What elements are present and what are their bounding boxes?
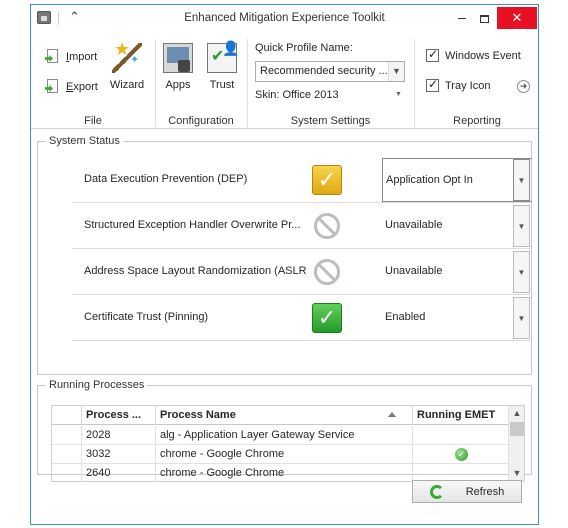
status-name: Address Space Layout Randomization (ASLR… (84, 265, 306, 277)
ribbon: Import Export Wizard File Apps Trust (31, 35, 538, 129)
ribbon-group-file: Import Export Wizard File (31, 35, 155, 129)
scroll-down-icon[interactable]: ▼ (509, 466, 524, 481)
grid-header: Process ... Process Name Running EMET (52, 406, 508, 425)
wizard-button[interactable]: Wizard (105, 39, 149, 91)
status-name: Certificate Trust (Pinning) (84, 311, 209, 323)
table-row[interactable]: 2028 alg - Application Layer Gateway Ser… (52, 426, 508, 445)
column-header-blank (52, 406, 82, 425)
apps-button[interactable]: Apps (156, 39, 200, 91)
ribbon-group-label-system-settings: System Settings (290, 115, 371, 127)
check-green-icon: ✓ (312, 303, 342, 333)
status-row-aslr: Address Space Layout Randomization (ASLR… (72, 249, 530, 295)
import-icon (45, 49, 61, 65)
close-button[interactable]: ✕ (497, 7, 537, 29)
scroll-thumb[interactable] (510, 422, 524, 436)
chevron-down-icon[interactable]: ▼ (513, 251, 530, 293)
column-header-running-emet[interactable]: Running EMET (413, 406, 508, 425)
apps-icon (163, 43, 193, 73)
column-header-process-name[interactable]: Process Name (156, 406, 413, 425)
ribbon-group-label-configuration: Configuration (168, 115, 234, 127)
status-name: Data Execution Prevention (DEP) (84, 173, 248, 185)
process-name-cell: chrome - Google Chrome (156, 445, 413, 464)
refresh-button[interactable]: Refresh (412, 480, 522, 503)
status-row-certificate-trust: Certificate Trust (Pinning) ✓ Enabled ▼ (72, 295, 530, 341)
minimize-icon (458, 18, 466, 20)
import-button[interactable]: Import (45, 47, 97, 67)
column-header-process-name-label: Process Name (160, 409, 236, 421)
system-status-panel: System Status Data Execution Prevention … (37, 135, 532, 375)
process-name-cell: alg - Application Layer Gateway Service (156, 426, 413, 445)
status-value-select[interactable]: Unavailable (382, 204, 532, 248)
status-value-select[interactable]: Unavailable (382, 250, 532, 294)
pid-cell: 2028 (82, 426, 156, 445)
pid-cell: 2640 (82, 464, 156, 481)
ribbon-group-configuration: Apps Trust Configuration (156, 35, 246, 129)
process-grid[interactable]: Process ... Process Name Running EMET 20… (51, 405, 525, 482)
wizard-label: Wizard (109, 79, 145, 91)
row-indicator-cell (52, 445, 82, 464)
status-value-select[interactable]: Application Opt In (382, 158, 532, 202)
export-icon (45, 79, 61, 95)
row-indicator-cell (52, 426, 82, 445)
column-header-pid[interactable]: Process ... (82, 406, 156, 425)
running-processes-legend: Running Processes (49, 379, 145, 391)
process-name-cell: chrome - Google Chrome (156, 464, 413, 481)
ribbon-group-label-file: File (84, 115, 102, 127)
refresh-icon (429, 484, 444, 499)
row-indicator-cell (52, 464, 82, 481)
chevron-down-icon[interactable]: ▼ (513, 205, 530, 247)
table-row[interactable]: 3032 chrome - Google Chrome ✓ (52, 445, 508, 464)
ribbon-group-system-settings: System Settings (248, 35, 413, 129)
vertical-scrollbar[interactable]: ▲ ▼ (508, 406, 524, 481)
status-value-select[interactable]: Enabled (382, 296, 532, 340)
ribbon-group-reporting: Reporting (415, 35, 539, 129)
export-button[interactable]: Export (45, 77, 98, 97)
trust-label: Trust (209, 79, 235, 91)
trust-icon (207, 40, 239, 73)
export-label: Export (66, 81, 98, 93)
refresh-label: Refresh (465, 485, 505, 498)
check-yellow-icon: ✓ (312, 165, 342, 195)
title-bar: ⌃ Enhanced Mitigation Experience Toolkit… (31, 5, 538, 31)
disabled-icon (314, 213, 340, 239)
apps-label: Apps (165, 79, 191, 91)
ribbon-group-label-reporting: Reporting (453, 115, 501, 127)
chevron-down-icon[interactable]: ▼ (513, 297, 530, 339)
maximize-icon (479, 14, 489, 23)
sort-ascending-icon (388, 412, 396, 417)
maximize-button[interactable] (473, 5, 495, 31)
emet-enabled-icon: ✓ (455, 448, 468, 461)
wizard-icon (112, 39, 142, 73)
chevron-down-icon[interactable]: ▼ (513, 159, 530, 201)
pid-cell: 3032 (82, 445, 156, 464)
disabled-icon (314, 259, 340, 285)
system-status-legend: System Status (49, 135, 120, 147)
minimize-button[interactable] (452, 5, 472, 31)
import-label: Import (66, 51, 98, 63)
status-row-sehop: Structured Exception Handler Overwrite P… (72, 203, 530, 249)
status-name: Structured Exception Handler Overwrite P… (84, 219, 301, 231)
running-emet-cell: ✓ (413, 445, 508, 464)
status-row-dep: Data Execution Prevention (DEP) ✓ Applic… (72, 157, 532, 203)
scroll-up-icon[interactable]: ▲ (509, 406, 524, 421)
running-processes-panel: Running Processes Process ... Process Na… (37, 379, 532, 482)
running-emet-cell (413, 426, 508, 445)
emet-window: ⌃ Enhanced Mitigation Experience Toolkit… (30, 4, 539, 525)
trust-button[interactable]: Trust (200, 39, 244, 91)
